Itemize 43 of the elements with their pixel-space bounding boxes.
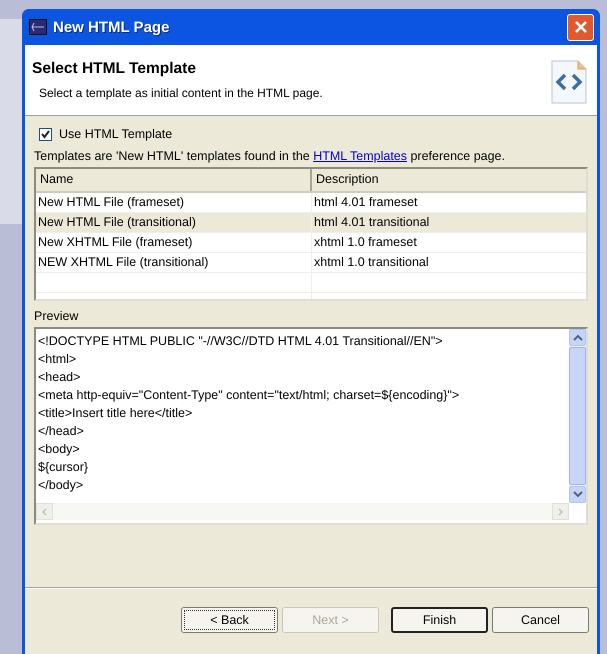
dialog-button[interactable]: Cancel (492, 607, 589, 633)
table-cell: New HTML File (transitional) (36, 213, 312, 232)
code-line: </head> (38, 423, 85, 440)
horizontal-scrollbar[interactable] (36, 503, 569, 520)
chevron-left-icon (42, 508, 47, 516)
window-title: New HTML Page (53, 18, 170, 36)
code-line: <html> (38, 351, 78, 368)
code-line: </body> (38, 477, 84, 494)
column-header[interactable]: Name (36, 169, 312, 191)
info-text: Templates are 'New HTML' templates found in the HTML Templates preference page. (34, 149, 506, 165)
table-cell-text: xhtml 1.0 frameset (313, 234, 418, 251)
checkbox[interactable] (39, 128, 52, 140)
code-line: <head> (38, 369, 82, 386)
table-cell: NEW XHTML File (transitional) (36, 253, 312, 272)
chevron-up-icon (572, 334, 582, 341)
preview-label: Preview (34, 309, 80, 325)
code-file-icon (551, 60, 587, 104)
page-description: Select a template as initial content in the HTML page. (38, 86, 323, 100)
table-cell-text: html 4.01 transitional (313, 214, 430, 231)
table-cell-text: xhtml 1.0 transitional (313, 254, 430, 271)
chevron-down-icon (572, 491, 582, 498)
close-button[interactable] (567, 14, 594, 40)
table-row[interactable]: New HTML File (transitional) html 4.01 transitional (36, 213, 586, 233)
preference-link[interactable]: HTML Templates (313, 149, 407, 163)
vertical-scrollbar[interactable] (569, 329, 586, 503)
dialog-button[interactable]: Finish (391, 607, 488, 633)
table-cell-text: html 4.01 frameset (313, 194, 419, 211)
table-cell: New XHTML File (frameset) (36, 233, 312, 252)
code-line: ${cursor} (38, 459, 90, 476)
page-title: Select HTML Template (32, 60, 197, 78)
close-icon (574, 20, 588, 34)
table-row[interactable]: NEW XHTML File (transitional) xhtml 1.0 transitional (36, 253, 586, 273)
table-cell: New HTML File (frameset) (36, 193, 312, 212)
column-header[interactable]: Description (312, 169, 586, 191)
code-line: <!DOCTYPE HTML PUBLIC "-//W3C//DTD HTML 4.01 Transitional//EN"> (38, 333, 444, 350)
dialog-button[interactable]: < Back (181, 607, 278, 633)
table-row[interactable]: New XHTML File (frameset) xhtml 1.0 frameset (36, 233, 586, 253)
code-line: <meta http-equiv="Content-Type" content="text/html; charset=${encoding}"> (38, 387, 460, 404)
code-line: <title>Insert title here</title> (38, 405, 194, 422)
app-icon (29, 19, 47, 35)
chevron-right-icon (558, 508, 563, 516)
code-line: <body> (38, 441, 81, 458)
checkbox-label: Use HTML Template (59, 127, 172, 141)
